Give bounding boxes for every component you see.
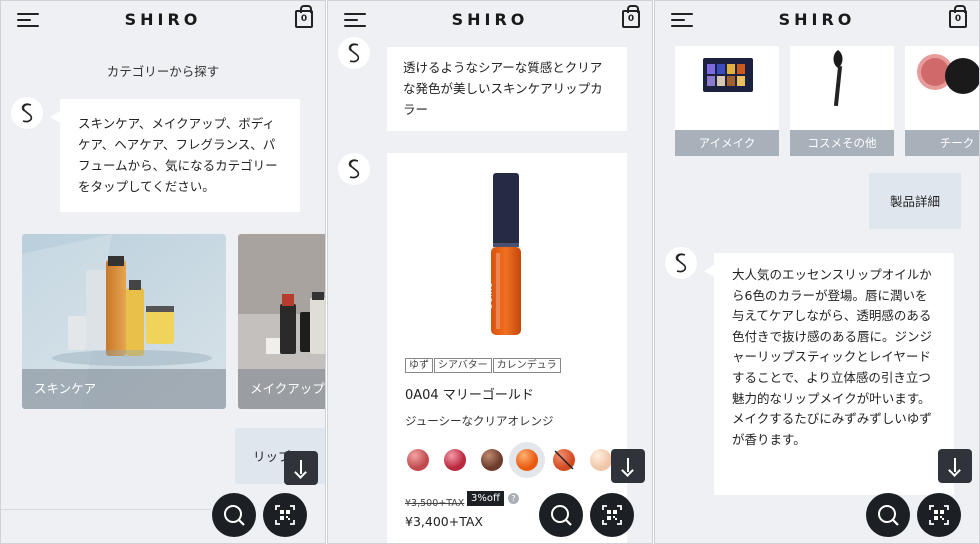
chat-screen-details: SHIRO 0 アイメイク コスメその他 チーク 製品詳細 大人気のエッセンスリ…	[654, 0, 980, 544]
user-reply-text: 製品詳細	[889, 194, 940, 209]
cart-icon[interactable]: 0	[622, 5, 640, 28]
scroll-down-button[interactable]	[284, 451, 318, 485]
bot-message: 大人気のエッセンスリップオイルから6色のカラーが登場。唇に潤いを与えてケアしなが…	[704, 253, 954, 495]
bot-avatar	[338, 153, 370, 185]
bot-avatar	[338, 37, 370, 69]
bot-message-text: 透けるようなシアーな質感とクリアな発色が美しいスキンケアリップカラー	[403, 60, 603, 117]
category-card-skincare[interactable]: スキンケア	[22, 234, 226, 409]
cart-icon[interactable]: 0	[949, 5, 967, 28]
section-heading: カテゴリーから探す	[106, 64, 220, 79]
category-card-label: アイメイク	[675, 130, 779, 156]
tag: カレンデュラ	[492, 358, 561, 373]
brand-logo[interactable]: SHIRO	[655, 10, 979, 29]
bot-message: スキンケア、メイクアップ、ボディケア、ヘアケア、フレグランス、パフュームから、気…	[50, 99, 300, 212]
brush-image	[833, 50, 843, 107]
unavailable-slash-icon	[554, 450, 574, 470]
swatch-5-soldout[interactable]	[553, 449, 575, 471]
shiro-s-icon	[348, 159, 360, 179]
bot-message-text: スキンケア、メイクアップ、ボディケア、ヘアケア、フレグランス、パフュームから、気…	[78, 116, 278, 194]
swatch-3[interactable]	[481, 449, 503, 471]
category-card-eye-makeup[interactable]: アイメイク	[675, 46, 779, 156]
bot-avatar	[11, 97, 43, 129]
product-card[interactable]: SHIRO ゆず シアバター カレンデュラ 0A04 マリーゴールド ジューシーなク…	[387, 153, 627, 543]
category-card-label: メイクアップ	[238, 369, 325, 409]
shiro-s-icon	[21, 103, 33, 123]
scan-button[interactable]	[917, 493, 961, 537]
category-card-label: スキンケア	[22, 369, 226, 409]
search-button[interactable]	[212, 493, 256, 537]
swatch-6[interactable]	[590, 449, 612, 471]
header: SHIRO 0	[655, 1, 979, 41]
search-icon	[878, 505, 899, 526]
scan-button[interactable]	[590, 493, 634, 537]
category-card-label: チーク	[905, 130, 979, 156]
swatch-2[interactable]	[444, 449, 466, 471]
product-subtitle: ジューシーなクリアオレンジ	[405, 414, 554, 428]
eyeshadow-palette-image	[703, 58, 753, 92]
qr-scan-icon	[602, 505, 622, 525]
chat-screen-categories: SHIRO 0 カテゴリーから探す スキンケア、メイクアップ、ボディケア、ヘアケ…	[0, 0, 326, 544]
price: ¥3,400+TAX	[405, 514, 483, 529]
category-card-label: コスメその他	[790, 130, 894, 156]
search-icon	[224, 505, 245, 526]
shiro-s-icon	[348, 43, 360, 63]
cheek-compact-image	[917, 54, 979, 94]
shiro-s-icon	[675, 253, 687, 273]
user-reply: 製品詳細	[869, 173, 961, 229]
search-icon	[551, 505, 572, 526]
lip-oil-image	[491, 173, 521, 335]
divider	[1, 509, 211, 510]
search-button[interactable]	[539, 493, 583, 537]
brand-logo[interactable]: SHIRO	[1, 10, 325, 29]
cart-count: 0	[954, 14, 962, 24]
swatch-1[interactable]	[407, 449, 429, 471]
tube-brand: SHIRO	[485, 283, 493, 311]
chat-screen-product: SHIRO 0 透けるようなシアーな質感とクリアな発色が美しいスキンケアリップカ…	[327, 0, 653, 544]
product-name[interactable]: 0A04 マリーゴールド	[405, 385, 534, 406]
cart-icon[interactable]: 0	[295, 5, 313, 28]
discount-badge: 3%off	[467, 491, 504, 506]
category-card-cheek[interactable]: チーク	[905, 46, 979, 156]
scroll-down-button[interactable]	[938, 449, 972, 483]
bot-avatar	[665, 247, 697, 279]
search-button[interactable]	[866, 493, 910, 537]
swatch-4-selected[interactable]	[516, 449, 538, 471]
brand-logo[interactable]: SHIRO	[328, 10, 652, 29]
header: SHIRO 0	[1, 1, 325, 41]
bot-message: 透けるようなシアーな質感とクリアな発色が美しいスキンケアリップカラー	[387, 47, 627, 131]
tag: シアバター	[434, 358, 492, 373]
qr-scan-icon	[929, 505, 949, 525]
tag: ゆず	[405, 358, 433, 373]
header: SHIRO 0	[328, 1, 652, 41]
qr-scan-icon	[275, 505, 295, 525]
bot-message-text: 大人気のエッセンスリップオイルから6色のカラーが登場。唇に潤いを与えてケアしなが…	[732, 267, 933, 447]
cart-count: 0	[627, 14, 635, 24]
scan-button[interactable]	[263, 493, 307, 537]
category-card-makeup[interactable]: メイクアップ	[238, 234, 325, 409]
category-card-cosme-other[interactable]: コスメその他	[790, 46, 894, 156]
cart-count: 0	[300, 14, 308, 24]
info-icon[interactable]: ?	[508, 493, 519, 504]
scroll-down-button[interactable]	[611, 449, 645, 483]
ingredient-tags: ゆず シアバター カレンデュラ	[405, 353, 562, 374]
